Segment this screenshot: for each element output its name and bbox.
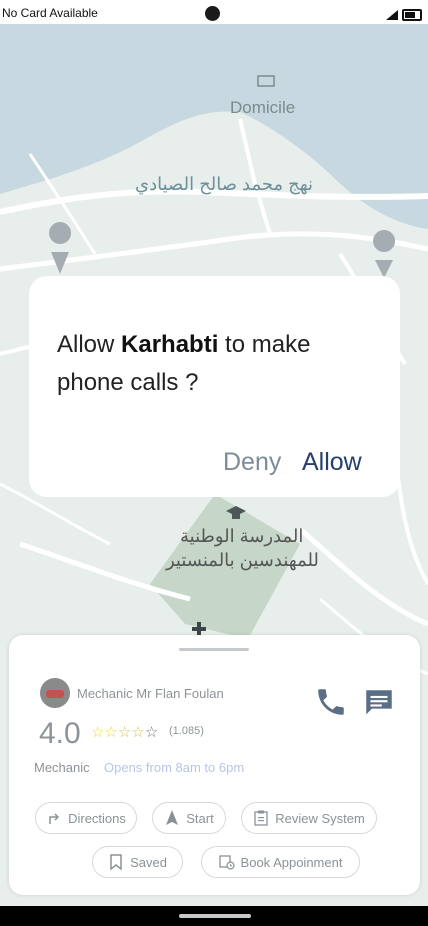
allow-button[interactable]: Allow <box>302 448 362 477</box>
review-system-button[interactable]: Review System <box>241 802 377 834</box>
camera-cutout <box>205 6 220 21</box>
phone-icon[interactable] <box>314 685 348 719</box>
category-label: Mechanic <box>34 760 90 775</box>
bookmark-icon <box>108 854 124 870</box>
star-icon: ☆ <box>131 724 145 741</box>
rating-value: 4.0 <box>39 717 81 750</box>
permission-dialog: Allow Karhabti to make phone calls ? Den… <box>29 276 400 497</box>
dialog-prefix: Allow <box>57 331 122 358</box>
review-system-label: Review System <box>275 810 365 826</box>
drag-handle[interactable] <box>179 648 249 651</box>
map-label-school-line1: المدرسة الوطنية <box>180 526 304 546</box>
calendar-clock-icon <box>218 854 235 870</box>
saved-button[interactable]: Saved <box>92 846 183 878</box>
opening-hours: Opens from 8am to 6pm <box>104 760 245 775</box>
navigation-arrow-icon <box>164 810 180 826</box>
turn-right-icon <box>46 810 62 826</box>
map-label-street: نهج محمد صالح الصيادي <box>135 174 314 194</box>
signal-icon <box>386 9 398 23</box>
status-bar: No Card Available <box>0 0 428 24</box>
map-label-school-line2: للمهندسين بالمنستير <box>166 550 319 570</box>
message-icon[interactable] <box>362 686 396 720</box>
carrier-label: No Card Available <box>2 6 98 20</box>
saved-label: Saved <box>130 854 167 870</box>
directions-label: Directions <box>68 810 126 826</box>
review-count: (1.085) <box>169 725 204 737</box>
mechanic-name: Mechanic Mr Flan Foulan <box>77 686 224 701</box>
dialog-message: Allow Karhabti to make phone calls ? <box>57 326 377 402</box>
rating-stars: ☆☆☆☆☆ <box>91 723 158 741</box>
home-gesture-pill[interactable] <box>179 914 251 918</box>
directions-button[interactable]: Directions <box>35 802 137 834</box>
book-appointment-label: Book Appoinment <box>240 854 343 870</box>
navigation-bar <box>0 906 428 926</box>
star-icon: ☆ <box>117 724 132 741</box>
star-icon: ☆ <box>91 724 105 741</box>
deny-button[interactable]: Deny <box>223 448 281 477</box>
mechanic-card: Mechanic Mr Flan Foulan 4.0 ☆☆☆☆☆ (1.085… <box>9 635 420 895</box>
avatar <box>40 678 70 708</box>
battery-icon <box>402 9 422 21</box>
star-icon: ☆ <box>104 724 118 741</box>
book-appointment-button[interactable]: Book Appoinment <box>201 846 360 878</box>
start-label: Start <box>186 810 214 826</box>
map-label-domicile: Domicile <box>230 98 296 117</box>
star-icon: ☆ <box>144 724 159 741</box>
dialog-app-name: Karhabti <box>121 331 219 358</box>
start-button[interactable]: Start <box>152 802 226 834</box>
clipboard-icon <box>253 810 269 826</box>
